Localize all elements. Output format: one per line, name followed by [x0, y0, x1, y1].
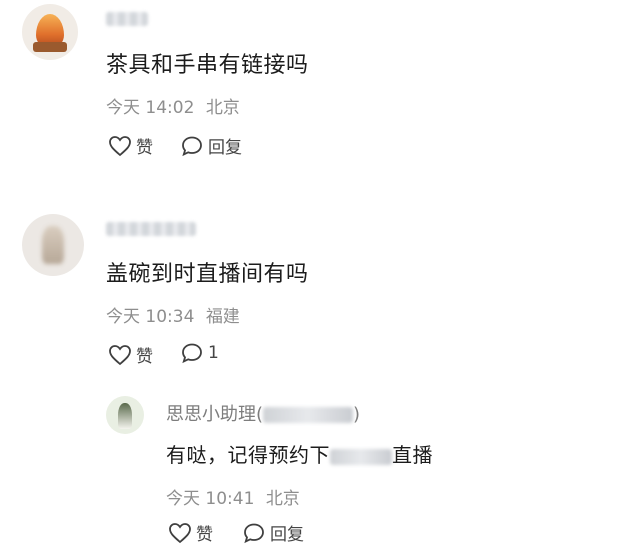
avatar-image [118, 403, 132, 429]
like-button[interactable]: 赞 [108, 342, 153, 367]
reply-button[interactable]: 回复 [242, 520, 304, 545]
reply-count: 1 [208, 343, 219, 363]
heart-icon [169, 522, 191, 543]
reply-location: 北京 [265, 489, 300, 509]
reply-text: 有哒，记得预约下 直播 [166, 439, 433, 468]
like-button[interactable]: 赞 [108, 133, 153, 158]
like-label: 赞 [136, 347, 153, 367]
reply-author-suffix: ) [353, 404, 361, 425]
redacted-text [263, 407, 354, 423]
speech-bubble-icon [182, 136, 202, 156]
reply-button[interactable]: 回复 [180, 133, 242, 158]
comment-time: 今天 14:02 [106, 98, 195, 118]
reply-meta: 今天 10:41 北京 [166, 484, 300, 509]
reply-time: 今天 10:41 [166, 489, 255, 509]
reply-author[interactable]: 思思小助理() [166, 400, 360, 426]
comment-text: 盖碗到时直播间有吗 [106, 262, 309, 287]
avatar[interactable] [22, 4, 78, 60]
avatar-image [42, 226, 64, 264]
reply-text-end: 直播 [392, 443, 433, 467]
comment-meta: 今天 14:02 北京 [106, 93, 240, 118]
comment-time: 今天 10:34 [106, 307, 195, 327]
heart-icon [109, 135, 131, 156]
redacted-text [330, 448, 392, 465]
comment-location: 北京 [205, 98, 240, 118]
like-label: 赞 [136, 138, 153, 158]
speech-bubble-icon [182, 343, 202, 364]
comment-location: 福建 [205, 307, 240, 327]
avatar[interactable] [22, 214, 84, 276]
reply-author-name: 思思小助理( [166, 404, 264, 425]
comment-meta: 今天 10:34 福建 [106, 302, 240, 327]
avatar-image-base [33, 42, 67, 52]
reply-label: 回复 [270, 525, 304, 545]
reply-text-start: 有哒，记得预约下 [166, 443, 330, 467]
avatar[interactable] [106, 396, 144, 434]
username-obscured[interactable] [106, 222, 196, 236]
reply-label: 回复 [208, 138, 242, 158]
username-obscured[interactable] [106, 12, 148, 26]
comment-text: 茶具和手串有链接吗 [106, 53, 309, 78]
speech-bubble-icon [244, 523, 264, 543]
like-button[interactable]: 赞 [168, 520, 213, 545]
like-label: 赞 [196, 525, 213, 545]
reply-button[interactable]: 1 [180, 342, 219, 364]
heart-icon [109, 344, 131, 365]
